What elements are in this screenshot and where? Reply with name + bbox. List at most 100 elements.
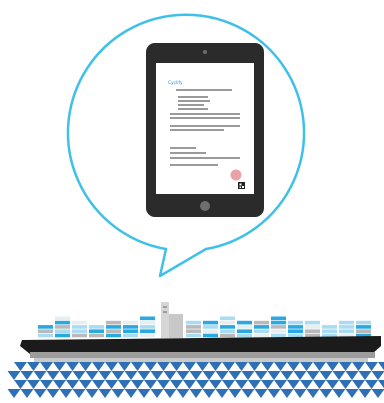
water-triangle bbox=[293, 371, 307, 380]
water-triangle bbox=[287, 380, 300, 389]
container-box bbox=[55, 325, 70, 329]
water-triangle bbox=[215, 371, 229, 380]
water-triangle bbox=[33, 389, 47, 398]
water-triangle bbox=[228, 371, 242, 380]
qr-code-icon bbox=[238, 182, 245, 189]
water-triangle bbox=[313, 380, 326, 389]
water-pattern bbox=[7, 362, 384, 398]
water-triangle bbox=[189, 389, 203, 398]
container-box bbox=[106, 329, 121, 333]
container-box bbox=[140, 320, 155, 325]
container-box bbox=[89, 325, 104, 329]
container-box bbox=[38, 325, 53, 329]
water-triangle bbox=[196, 380, 209, 389]
water-triangle bbox=[319, 371, 333, 380]
container-box bbox=[89, 333, 104, 338]
water-triangle bbox=[40, 380, 53, 389]
water-triangle bbox=[105, 380, 118, 389]
stamp-seal bbox=[230, 169, 242, 181]
container-box bbox=[356, 329, 371, 333]
container-box bbox=[140, 333, 155, 338]
water-triangle bbox=[248, 362, 261, 371]
container-box bbox=[305, 325, 320, 329]
container-box bbox=[123, 329, 138, 333]
container-box bbox=[140, 329, 155, 333]
container-box bbox=[254, 333, 269, 338]
container-box bbox=[254, 325, 269, 329]
water-triangle bbox=[7, 389, 21, 398]
water-triangle bbox=[111, 389, 125, 398]
water-triangle bbox=[183, 362, 196, 371]
water-triangle bbox=[378, 380, 384, 389]
container-box bbox=[339, 320, 354, 325]
container-box bbox=[288, 329, 303, 333]
water-triangle bbox=[332, 389, 346, 398]
water-triangle bbox=[118, 380, 131, 389]
container-ship bbox=[20, 302, 381, 362]
container-box bbox=[186, 325, 201, 329]
water-triangle bbox=[66, 362, 79, 371]
water-triangle bbox=[267, 371, 281, 380]
container-box bbox=[237, 333, 252, 338]
container-box bbox=[203, 325, 218, 329]
container-box bbox=[254, 329, 269, 333]
container-box bbox=[271, 325, 286, 329]
container-box bbox=[203, 333, 218, 338]
water-triangle bbox=[202, 389, 216, 398]
container-box bbox=[288, 333, 303, 338]
water-triangle bbox=[72, 389, 86, 398]
water-triangle bbox=[319, 389, 333, 398]
container-box bbox=[288, 325, 303, 329]
water-triangle bbox=[118, 362, 131, 371]
container-box bbox=[356, 320, 371, 325]
water-triangle bbox=[66, 380, 79, 389]
water-triangle bbox=[293, 389, 307, 398]
illustration: Cyclify bbox=[7, 13, 384, 398]
water-triangle bbox=[326, 380, 339, 389]
container-box bbox=[271, 316, 286, 321]
water-triangle bbox=[352, 380, 365, 389]
container-box bbox=[186, 329, 201, 333]
water-triangle bbox=[332, 371, 346, 380]
home-button-icon bbox=[200, 201, 210, 211]
water-triangle bbox=[228, 389, 242, 398]
container-box bbox=[339, 325, 354, 329]
water-triangle bbox=[46, 389, 60, 398]
water-triangle bbox=[46, 371, 60, 380]
water-triangle bbox=[345, 389, 359, 398]
container-box bbox=[271, 329, 286, 333]
ship-waterline-shadow bbox=[34, 358, 368, 362]
water-triangle bbox=[215, 389, 229, 398]
water-triangle bbox=[20, 389, 34, 398]
container-box bbox=[305, 320, 320, 325]
container-box bbox=[305, 329, 320, 333]
container-box bbox=[123, 320, 138, 325]
container-box bbox=[271, 333, 286, 338]
container-box bbox=[55, 333, 70, 338]
water-triangle bbox=[150, 371, 164, 380]
water-triangle bbox=[189, 371, 203, 380]
water-triangle bbox=[378, 362, 384, 371]
container-box bbox=[140, 316, 155, 321]
container-box bbox=[72, 329, 87, 333]
water-triangle bbox=[183, 380, 196, 389]
container-box bbox=[123, 333, 138, 338]
container-box bbox=[186, 320, 201, 325]
water-triangle bbox=[59, 371, 73, 380]
container-box bbox=[203, 329, 218, 333]
container-box bbox=[237, 329, 252, 333]
water-triangle bbox=[111, 371, 125, 380]
water-triangle bbox=[20, 371, 34, 380]
water-triangle bbox=[85, 371, 99, 380]
water-triangle bbox=[7, 371, 21, 380]
water-triangle bbox=[98, 389, 112, 398]
container-box bbox=[140, 325, 155, 329]
container-box bbox=[123, 325, 138, 329]
container-box bbox=[203, 320, 218, 325]
water-triangle bbox=[339, 362, 352, 371]
container-box bbox=[72, 320, 87, 325]
water-triangle bbox=[371, 389, 384, 398]
container-box bbox=[38, 329, 53, 333]
container-box bbox=[89, 329, 104, 333]
container-box bbox=[237, 320, 252, 325]
